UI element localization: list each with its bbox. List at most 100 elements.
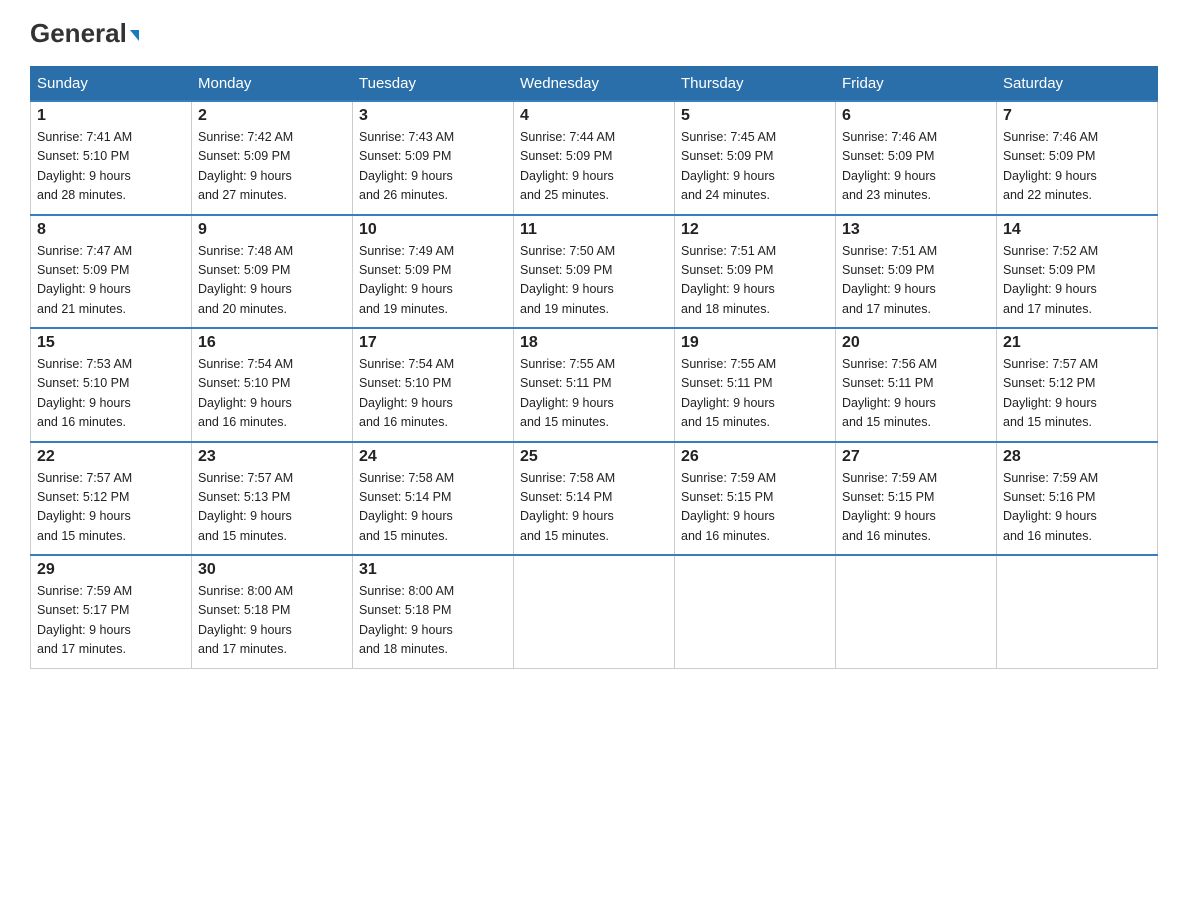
day-info: Sunrise: 7:57 AMSunset: 5:12 PMDaylight:… <box>37 471 132 543</box>
week-row-1: 1 Sunrise: 7:41 AMSunset: 5:10 PMDaylight… <box>31 101 1158 215</box>
calendar-cell: 18 Sunrise: 7:55 AMSunset: 5:11 PMDayligh… <box>514 328 675 442</box>
calendar-cell <box>997 555 1158 668</box>
day-info: Sunrise: 7:59 AMSunset: 5:17 PMDaylight:… <box>37 584 132 656</box>
day-number: 20 <box>842 334 990 352</box>
col-header-sunday: Sunday <box>31 67 192 102</box>
day-info: Sunrise: 7:46 AMSunset: 5:09 PMDaylight:… <box>1003 130 1098 202</box>
calendar-cell: 20 Sunrise: 7:56 AMSunset: 5:11 PMDayligh… <box>836 328 997 442</box>
calendar-cell <box>675 555 836 668</box>
day-info: Sunrise: 7:51 AMSunset: 5:09 PMDaylight:… <box>681 244 776 316</box>
day-number: 18 <box>520 334 668 352</box>
day-info: Sunrise: 7:57 AMSunset: 5:12 PMDaylight:… <box>1003 357 1098 429</box>
day-info: Sunrise: 7:53 AMSunset: 5:10 PMDaylight:… <box>37 357 132 429</box>
col-header-wednesday: Wednesday <box>514 67 675 102</box>
col-header-monday: Monday <box>192 67 353 102</box>
calendar-cell: 21 Sunrise: 7:57 AMSunset: 5:12 PMDayligh… <box>997 328 1158 442</box>
calendar-cell: 10 Sunrise: 7:49 AMSunset: 5:09 PMDayligh… <box>353 215 514 329</box>
week-row-3: 15 Sunrise: 7:53 AMSunset: 5:10 PMDayligh… <box>31 328 1158 442</box>
day-info: Sunrise: 7:41 AMSunset: 5:10 PMDaylight:… <box>37 130 132 202</box>
day-info: Sunrise: 7:51 AMSunset: 5:09 PMDaylight:… <box>842 244 937 316</box>
day-number: 3 <box>359 107 507 125</box>
calendar-cell: 4 Sunrise: 7:44 AMSunset: 5:09 PMDaylight… <box>514 101 675 215</box>
day-info: Sunrise: 7:59 AMSunset: 5:15 PMDaylight:… <box>842 471 937 543</box>
day-number: 10 <box>359 221 507 239</box>
day-number: 11 <box>520 221 668 239</box>
calendar-cell <box>514 555 675 668</box>
calendar-cell: 15 Sunrise: 7:53 AMSunset: 5:10 PMDayligh… <box>31 328 192 442</box>
day-number: 24 <box>359 448 507 466</box>
day-info: Sunrise: 7:55 AMSunset: 5:11 PMDaylight:… <box>681 357 776 429</box>
day-number: 19 <box>681 334 829 352</box>
calendar-cell: 31Sunrise: 8:00 AMSunset: 5:18 PMDayligh… <box>353 555 514 668</box>
logo-text-line1: General <box>30 20 139 46</box>
day-number: 9 <box>198 221 346 239</box>
calendar-cell: 13 Sunrise: 7:51 AMSunset: 5:09 PMDayligh… <box>836 215 997 329</box>
calendar-cell: 26 Sunrise: 7:59 AMSunset: 5:15 PMDayligh… <box>675 442 836 556</box>
day-number: 31 <box>359 561 507 579</box>
day-number: 27 <box>842 448 990 466</box>
calendar-cell: 9 Sunrise: 7:48 AMSunset: 5:09 PMDaylight… <box>192 215 353 329</box>
day-info: Sunrise: 7:54 AMSunset: 5:10 PMDaylight:… <box>359 357 454 429</box>
calendar-cell: 19 Sunrise: 7:55 AMSunset: 5:11 PMDayligh… <box>675 328 836 442</box>
day-number: 16 <box>198 334 346 352</box>
day-info: Sunrise: 7:50 AMSunset: 5:09 PMDaylight:… <box>520 244 615 316</box>
calendar-cell: 7 Sunrise: 7:46 AMSunset: 5:09 PMDaylight… <box>997 101 1158 215</box>
calendar-table: SundayMondayTuesdayWednesdayThursdayFrid… <box>30 66 1158 669</box>
day-info: Sunrise: 7:56 AMSunset: 5:11 PMDaylight:… <box>842 357 937 429</box>
day-info: Sunrise: 7:43 AMSunset: 5:09 PMDaylight:… <box>359 130 454 202</box>
day-number: 2 <box>198 107 346 125</box>
day-info: Sunrise: 7:58 AMSunset: 5:14 PMDaylight:… <box>520 471 615 543</box>
calendar-cell: 14Sunrise: 7:52 AMSunset: 5:09 PMDayligh… <box>997 215 1158 329</box>
day-info: Sunrise: 7:42 AMSunset: 5:09 PMDaylight:… <box>198 130 293 202</box>
calendar-cell: 24 Sunrise: 7:58 AMSunset: 5:14 PMDayligh… <box>353 442 514 556</box>
day-info: Sunrise: 7:59 AMSunset: 5:16 PMDaylight:… <box>1003 471 1098 543</box>
calendar-cell: 29 Sunrise: 7:59 AMSunset: 5:17 PMDayligh… <box>31 555 192 668</box>
day-number: 6 <box>842 107 990 125</box>
day-number: 13 <box>842 221 990 239</box>
day-info: Sunrise: 7:48 AMSunset: 5:09 PMDaylight:… <box>198 244 293 316</box>
day-number: 7 <box>1003 107 1151 125</box>
calendar-header-row: SundayMondayTuesdayWednesdayThursdayFrid… <box>31 67 1158 102</box>
day-info: Sunrise: 7:54 AMSunset: 5:10 PMDaylight:… <box>198 357 293 429</box>
day-number: 21 <box>1003 334 1151 352</box>
day-info: Sunrise: 7:55 AMSunset: 5:11 PMDaylight:… <box>520 357 615 429</box>
day-info: Sunrise: 7:44 AMSunset: 5:09 PMDaylight:… <box>520 130 615 202</box>
calendar-cell: 11 Sunrise: 7:50 AMSunset: 5:09 PMDayligh… <box>514 215 675 329</box>
day-info: Sunrise: 7:45 AMSunset: 5:09 PMDaylight:… <box>681 130 776 202</box>
logo: General <box>30 20 139 46</box>
calendar-cell: 17 Sunrise: 7:54 AMSunset: 5:10 PMDayligh… <box>353 328 514 442</box>
day-info: Sunrise: 7:58 AMSunset: 5:14 PMDaylight:… <box>359 471 454 543</box>
day-number: 29 <box>37 561 185 579</box>
day-number: 15 <box>37 334 185 352</box>
week-row-5: 29 Sunrise: 7:59 AMSunset: 5:17 PMDayligh… <box>31 555 1158 668</box>
day-number: 8 <box>37 221 185 239</box>
calendar-cell: 3 Sunrise: 7:43 AMSunset: 5:09 PMDaylight… <box>353 101 514 215</box>
calendar-cell: 23 Sunrise: 7:57 AMSunset: 5:13 PMDayligh… <box>192 442 353 556</box>
calendar-cell: 12Sunrise: 7:51 AMSunset: 5:09 PMDayligh… <box>675 215 836 329</box>
day-number: 5 <box>681 107 829 125</box>
calendar-cell: 2 Sunrise: 7:42 AMSunset: 5:09 PMDaylight… <box>192 101 353 215</box>
week-row-2: 8 Sunrise: 7:47 AMSunset: 5:09 PMDaylight… <box>31 215 1158 329</box>
day-info: Sunrise: 7:49 AMSunset: 5:09 PMDaylight:… <box>359 244 454 316</box>
calendar-cell: 30Sunrise: 8:00 AMSunset: 5:18 PMDayligh… <box>192 555 353 668</box>
calendar-cell: 8 Sunrise: 7:47 AMSunset: 5:09 PMDaylight… <box>31 215 192 329</box>
col-header-tuesday: Tuesday <box>353 67 514 102</box>
day-number: 1 <box>37 107 185 125</box>
calendar-cell: 16 Sunrise: 7:54 AMSunset: 5:10 PMDayligh… <box>192 328 353 442</box>
day-info: Sunrise: 7:47 AMSunset: 5:09 PMDaylight:… <box>37 244 132 316</box>
day-number: 4 <box>520 107 668 125</box>
day-info: Sunrise: 7:59 AMSunset: 5:15 PMDaylight:… <box>681 471 776 543</box>
day-number: 26 <box>681 448 829 466</box>
day-number: 17 <box>359 334 507 352</box>
day-info: Sunrise: 7:46 AMSunset: 5:09 PMDaylight:… <box>842 130 937 202</box>
calendar-cell: 27 Sunrise: 7:59 AMSunset: 5:15 PMDayligh… <box>836 442 997 556</box>
calendar-cell: 1 Sunrise: 7:41 AMSunset: 5:10 PMDaylight… <box>31 101 192 215</box>
day-number: 30 <box>198 561 346 579</box>
day-number: 25 <box>520 448 668 466</box>
day-number: 22 <box>37 448 185 466</box>
day-number: 23 <box>198 448 346 466</box>
col-header-saturday: Saturday <box>997 67 1158 102</box>
week-row-4: 22 Sunrise: 7:57 AMSunset: 5:12 PMDayligh… <box>31 442 1158 556</box>
page-header: General <box>30 20 1158 46</box>
day-info: Sunrise: 7:57 AMSunset: 5:13 PMDaylight:… <box>198 471 293 543</box>
